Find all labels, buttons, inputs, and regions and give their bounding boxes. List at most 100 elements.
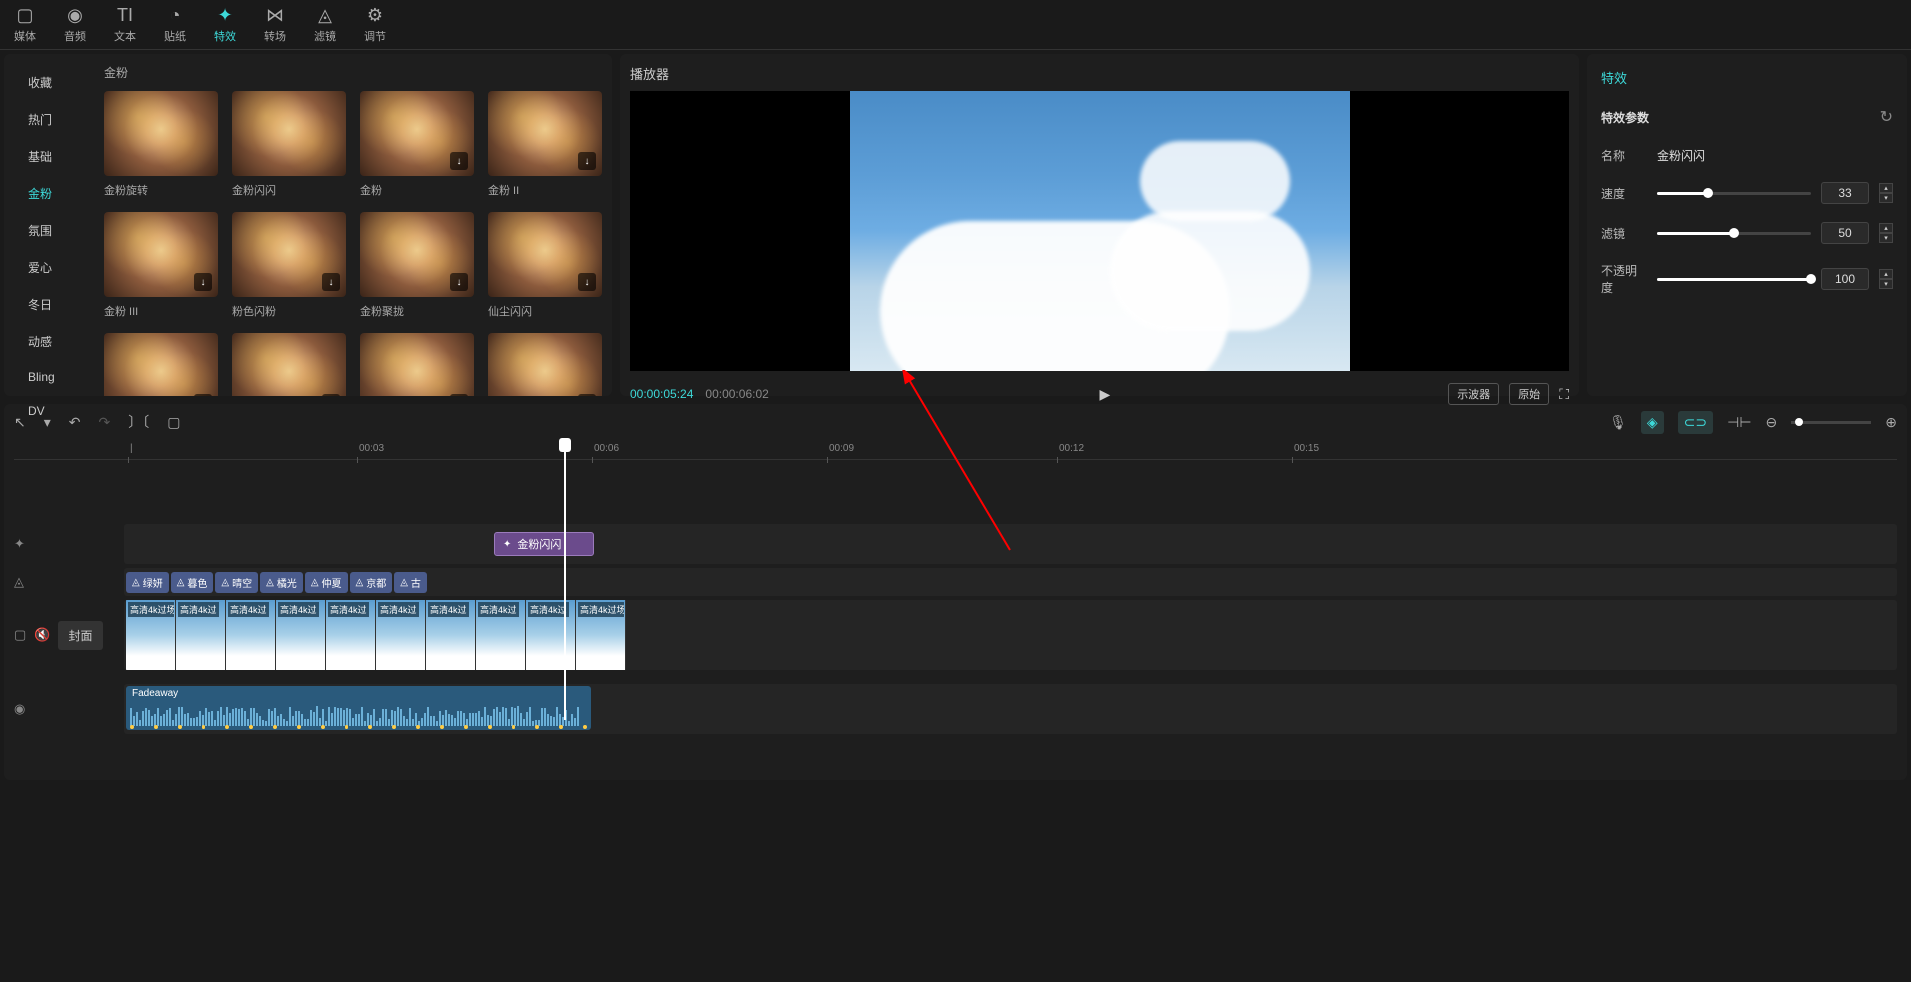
effect-card[interactable]: ↓	[104, 333, 218, 396]
scope-button[interactable]: 示波器	[1448, 383, 1499, 405]
cat-dynamic[interactable]: 动感	[4, 323, 94, 360]
download-icon[interactable]: ↓	[450, 152, 468, 170]
effect-thumbnail: ↓	[104, 212, 218, 297]
toolbar-audio[interactable]: ◉ 音频	[50, 0, 100, 49]
align-icon[interactable]: ⊣⊢	[1727, 414, 1751, 431]
filter-value[interactable]: 50	[1821, 222, 1869, 244]
toolbar-media[interactable]: ▢ 媒体	[0, 0, 50, 49]
effect-card[interactable]: ↓金粉	[360, 91, 474, 198]
effect-card[interactable]: 金粉旋转	[104, 91, 218, 198]
effect-thumbnail: ↓	[360, 212, 474, 297]
zoom-in-icon[interactable]: ⊕	[1885, 414, 1897, 431]
opacity-slider[interactable]	[1657, 278, 1811, 281]
text-icon: TI	[117, 5, 133, 26]
filter-track-content[interactable]: ◬绿妍◬暮色◬晴空◬橘光◬仲夏◬京都◬古	[124, 568, 1897, 596]
filter-up[interactable]: ▴	[1879, 223, 1893, 233]
select-tool[interactable]: ↖	[14, 414, 26, 431]
reset-icon[interactable]: ↻	[1880, 107, 1893, 127]
toolbar-audio-label: 音频	[64, 28, 86, 44]
cat-winter[interactable]: 冬日	[4, 286, 94, 323]
toolbar-effects[interactable]: ✦ 特效	[200, 0, 250, 49]
download-icon[interactable]: ↓	[450, 273, 468, 291]
filter-clip[interactable]: ◬仲夏	[305, 572, 348, 593]
effect-card[interactable]: ↓仙尘闪闪	[488, 212, 602, 319]
fullscreen-icon[interactable]: ⛶	[1559, 386, 1569, 403]
magnet-link-icon[interactable]: ⊂⊃	[1678, 411, 1713, 434]
cat-favorites[interactable]: 收藏	[4, 64, 94, 101]
effect-card[interactable]: 金粉闪闪	[232, 91, 346, 198]
audio-track-content[interactable]: Fadeaway	[124, 684, 1897, 734]
download-icon[interactable]: ↓	[194, 394, 212, 396]
filter-clip[interactable]: ◬绿妍	[126, 572, 169, 593]
effect-card[interactable]: ↓金粉聚拢	[360, 212, 474, 319]
toolbar-sticker[interactable]: ◔ 贴纸	[150, 0, 200, 49]
effect-thumbnail: ↓	[488, 333, 602, 396]
filter-slider[interactable]	[1657, 232, 1811, 235]
speed-value[interactable]: 33	[1821, 182, 1869, 204]
filter-clip[interactable]: ◬晴空	[215, 572, 258, 593]
effect-card[interactable]: ↓	[488, 333, 602, 396]
download-icon[interactable]: ↓	[322, 394, 340, 396]
params-tab[interactable]: 特效	[1601, 68, 1893, 87]
timeline-toolbar: ↖ ▾ ↶ ↷ 〕〔 ▢ 🎙 ◈ ⊂⊃ ⊣⊢ ⊖ ⊕	[4, 404, 1907, 440]
download-icon[interactable]: ↓	[450, 394, 468, 396]
zoom-slider[interactable]	[1791, 421, 1871, 424]
toolbar-adjust[interactable]: ⚙ 调节	[350, 0, 400, 49]
filter-clip[interactable]: ◬橘光	[260, 572, 303, 593]
audio-clip[interactable]: Fadeaway	[126, 686, 591, 730]
opacity-up[interactable]: ▴	[1879, 269, 1893, 279]
toolbar-filter[interactable]: ◬ 滤镜	[300, 0, 350, 49]
zoom-out-icon[interactable]: ⊖	[1766, 414, 1778, 431]
playhead[interactable]	[564, 440, 566, 720]
cat-love[interactable]: 爱心	[4, 249, 94, 286]
undo-button[interactable]: ↶	[69, 414, 81, 431]
filter-clip[interactable]: ◬暮色	[171, 572, 214, 593]
download-icon[interactable]: ↓	[578, 152, 596, 170]
play-button[interactable]: ▶	[1100, 386, 1111, 403]
timeline-ruler[interactable]: | 00:03 00:06 00:09 00:12 00:15	[14, 440, 1897, 460]
cat-basic[interactable]: 基础	[4, 138, 94, 175]
redo-button[interactable]: ↷	[99, 414, 111, 431]
filter-clip[interactable]: ◬古	[394, 572, 427, 593]
download-icon[interactable]: ↓	[578, 273, 596, 291]
effect-card[interactable]: ↓	[232, 333, 346, 396]
video-segment: 高清4k过场空	[126, 600, 176, 670]
player-controls: 00:00:05:24 00:00:06:02 ▶ 示波器 原始 ⛶	[630, 383, 1569, 405]
crop-tool[interactable]: ▢	[167, 414, 180, 431]
cat-goldpowder[interactable]: 金粉	[4, 175, 94, 212]
effect-track-content[interactable]: ✦ 金粉闪闪	[124, 524, 1897, 564]
speed-up[interactable]: ▴	[1879, 183, 1893, 193]
cat-ambience[interactable]: 氛围	[4, 212, 94, 249]
cover-button[interactable]: 封面	[58, 621, 102, 650]
cat-hot[interactable]: 热门	[4, 101, 94, 138]
effect-thumbnail	[104, 91, 218, 176]
opacity-down[interactable]: ▾	[1879, 279, 1893, 289]
video-segment: 高清4k过	[226, 600, 276, 670]
effect-card[interactable]: ↓	[360, 333, 474, 396]
filter-down[interactable]: ▾	[1879, 233, 1893, 243]
mute-icon[interactable]: 🔇	[34, 627, 50, 643]
cat-bling[interactable]: Bling	[4, 360, 94, 394]
tool-dropdown[interactable]: ▾	[44, 414, 51, 431]
filter-clip[interactable]: ◬京都	[350, 572, 393, 593]
opacity-value[interactable]: 100	[1821, 268, 1869, 290]
effect-card[interactable]: ↓金粉 II	[488, 91, 602, 198]
original-button[interactable]: 原始	[1509, 383, 1549, 405]
effect-thumbnail: ↓	[104, 333, 218, 396]
effect-card[interactable]: ↓粉色闪粉	[232, 212, 346, 319]
magnet-main-icon[interactable]: ◈	[1641, 411, 1664, 434]
speed-slider[interactable]	[1657, 192, 1811, 195]
toolbar-text[interactable]: TI 文本	[100, 0, 150, 49]
split-tool[interactable]: 〕〔	[128, 412, 149, 432]
video-segment: 高清4k过	[526, 600, 576, 670]
effect-clip[interactable]: ✦ 金粉闪闪	[494, 532, 594, 556]
download-icon[interactable]: ↓	[322, 273, 340, 291]
download-icon[interactable]: ↓	[578, 394, 596, 396]
video-track: ▢ 🔇 封面 高清4k过场空高清4k过高清4k过高清4k过高清4k过高清4k过高…	[14, 600, 1897, 670]
video-track-content[interactable]: 高清4k过场空高清4k过高清4k过高清4k过高清4k过高清4k过高清4k过高清4…	[124, 600, 1897, 670]
mic-icon[interactable]: 🎙	[1609, 414, 1627, 431]
speed-down[interactable]: ▾	[1879, 193, 1893, 203]
toolbar-transition[interactable]: ⋈ 转场	[250, 0, 300, 49]
effect-card[interactable]: ↓金粉 III	[104, 212, 218, 319]
download-icon[interactable]: ↓	[194, 273, 212, 291]
